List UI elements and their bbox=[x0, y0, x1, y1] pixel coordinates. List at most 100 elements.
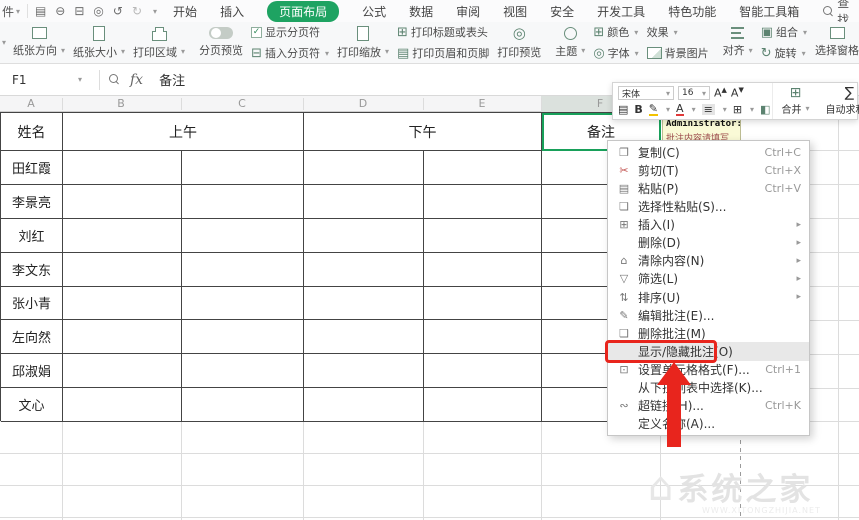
column-header-f[interactable]: F bbox=[597, 96, 603, 112]
cell-name[interactable]: 田红霞 bbox=[1, 151, 63, 185]
menu-item-edit-comment[interactable]: ✎ 编辑批注(E)... bbox=[608, 306, 809, 324]
tab-security[interactable]: 安全 bbox=[550, 3, 574, 20]
cell-name[interactable]: 文心 bbox=[1, 388, 63, 422]
cell[interactable] bbox=[182, 151, 304, 185]
magnifier-icon[interactable] bbox=[109, 74, 120, 85]
save-icon[interactable]: ▤ bbox=[35, 4, 46, 18]
selection-pane-button[interactable]: 选择窗格 bbox=[815, 27, 859, 58]
column-header-c[interactable]: C bbox=[238, 96, 246, 112]
menu-item-insert[interactable]: ⊞ 插入(I) ▸ bbox=[608, 216, 809, 234]
cell-name[interactable]: 左向然 bbox=[1, 320, 63, 354]
cell[interactable] bbox=[63, 388, 182, 422]
tab-home[interactable]: 开始 bbox=[173, 3, 197, 20]
cell[interactable] bbox=[424, 388, 542, 422]
undo-icon[interactable]: ↺ bbox=[113, 4, 123, 18]
insert-page-break-button[interactable]: ⊟ 插入分页符▾ bbox=[251, 45, 329, 61]
menu-item-clear-contents[interactable]: ⌂ 清除内容(N) ▸ bbox=[608, 252, 809, 270]
menu-item-cut[interactable]: ✂ 剪切(T) Ctrl+X bbox=[608, 161, 809, 179]
print-preview-icon[interactable]: ◎ bbox=[93, 4, 103, 18]
print-header-footer-button[interactable]: ▤ 打印页眉和页脚 bbox=[397, 45, 489, 61]
cell[interactable] bbox=[182, 219, 304, 253]
cell[interactable] bbox=[63, 185, 182, 219]
cell[interactable] bbox=[63, 219, 182, 253]
cell-name[interactable]: 邱淑娟 bbox=[1, 354, 63, 388]
file-menu[interactable]: 件 bbox=[2, 3, 14, 20]
cell[interactable] bbox=[182, 354, 304, 388]
more-icon[interactable]: ▾ bbox=[153, 7, 157, 16]
menu-item-delete[interactable]: 删除(D) ▸ bbox=[608, 234, 809, 252]
cell[interactable] bbox=[182, 253, 304, 287]
cell[interactable] bbox=[63, 320, 182, 354]
show-page-breaks-checkbox[interactable]: ✓ 显示分页符 bbox=[251, 24, 329, 40]
cell[interactable] bbox=[424, 287, 542, 321]
font-name-select[interactable]: 宋体▾ bbox=[618, 86, 674, 100]
column-header-a[interactable]: A bbox=[27, 96, 35, 112]
menu-item-copy[interactable]: ❐ 复制(C) Ctrl+C bbox=[608, 143, 809, 161]
format-painter-icon[interactable]: ▤ bbox=[618, 104, 628, 115]
cell-morning-header[interactable]: 上午 bbox=[63, 113, 304, 151]
paper-orientation-button[interactable]: 纸张方向▾ bbox=[13, 27, 65, 58]
menu-item-paste[interactable]: ▤ 粘贴(P) Ctrl+V bbox=[608, 179, 809, 197]
cell[interactable] bbox=[63, 151, 182, 185]
borders-icon[interactable]: ⊞ bbox=[733, 104, 742, 115]
cell-name[interactable]: 李文东 bbox=[1, 253, 63, 287]
cell[interactable] bbox=[182, 287, 304, 321]
tab-developer[interactable]: 开发工具 bbox=[597, 3, 645, 20]
print-area-button[interactable]: 打印区域▾ bbox=[133, 26, 185, 60]
rotate-button[interactable]: ↻ 旋转▾ bbox=[761, 45, 807, 61]
theme-button[interactable]: 主题▾ bbox=[555, 27, 585, 59]
cell[interactable] bbox=[63, 354, 182, 388]
autosum-button[interactable]: ∑ 自动求和▾ bbox=[817, 83, 859, 119]
cell[interactable] bbox=[182, 185, 304, 219]
menu-item-filter[interactable]: ▽ 筛选(L) ▸ bbox=[608, 270, 809, 288]
cell[interactable] bbox=[424, 185, 542, 219]
theme-colors-button[interactable]: ⊞ 颜色▾ bbox=[593, 24, 638, 40]
column-header-b[interactable]: B bbox=[117, 96, 125, 112]
redo-icon[interactable]: ↻ bbox=[132, 4, 142, 18]
fx-icon[interactable]: fx bbox=[130, 72, 143, 88]
column-header-e[interactable]: E bbox=[479, 96, 486, 112]
cell[interactable] bbox=[304, 320, 424, 354]
name-box[interactable]: F1 ▾ bbox=[0, 73, 90, 87]
export-icon[interactable]: ⊖ bbox=[55, 4, 65, 18]
cell[interactable] bbox=[182, 388, 304, 422]
menu-item-paste-special[interactable]: ❏ 选择性粘贴(S)... bbox=[608, 197, 809, 215]
cell[interactable] bbox=[63, 253, 182, 287]
tab-insert[interactable]: 插入 bbox=[220, 3, 244, 20]
merge-cells-button[interactable]: ⊞ 合并▾ bbox=[773, 83, 817, 119]
align-center-icon[interactable]: ≡ bbox=[702, 104, 715, 115]
print-icon[interactable]: ⊟ bbox=[74, 4, 84, 18]
decrease-font-button[interactable]: A▼ bbox=[731, 86, 744, 100]
menu-item-format-cells[interactable]: ⊡ 设置单元格格式(F)... Ctrl+1 bbox=[608, 361, 809, 379]
cell-style-icon[interactable]: ◧ bbox=[760, 104, 770, 115]
cell-name[interactable]: 李景亮 bbox=[1, 185, 63, 219]
cell-name-header[interactable]: 姓名 bbox=[1, 113, 63, 151]
formula-value[interactable]: 备注 bbox=[159, 70, 185, 89]
menu-item-sort[interactable]: ⇅ 排序(U) ▸ bbox=[608, 288, 809, 306]
menu-item-define-name[interactable]: 定义名称(A)... bbox=[608, 415, 809, 433]
cell-name[interactable]: 张小青 bbox=[1, 287, 63, 321]
font-size-select[interactable]: 16▾ bbox=[678, 86, 710, 100]
tab-review[interactable]: 审阅 bbox=[456, 3, 480, 20]
cell[interactable] bbox=[304, 287, 424, 321]
column-header-d[interactable]: D bbox=[359, 96, 367, 112]
cell[interactable] bbox=[182, 320, 304, 354]
cell[interactable] bbox=[424, 354, 542, 388]
tab-formulas[interactable]: 公式 bbox=[362, 3, 386, 20]
bold-button[interactable]: B bbox=[634, 104, 642, 115]
fill-color-icon[interactable]: ✎ bbox=[649, 103, 658, 116]
cell-afternoon-header[interactable]: 下午 bbox=[304, 113, 542, 151]
theme-fonts-button[interactable]: ◎ 字体▾ bbox=[593, 45, 638, 61]
cell[interactable] bbox=[424, 151, 542, 185]
tab-special-features[interactable]: 特色功能 bbox=[668, 3, 716, 20]
tab-data[interactable]: 数据 bbox=[409, 3, 433, 20]
background-image-button[interactable]: 背景图片 bbox=[647, 45, 709, 61]
cell[interactable] bbox=[424, 219, 542, 253]
cell-name[interactable]: 刘红 bbox=[1, 219, 63, 253]
tab-smart-toolbox[interactable]: 智能工具箱 bbox=[739, 3, 799, 20]
tab-view[interactable]: 视图 bbox=[503, 3, 527, 20]
cell[interactable] bbox=[424, 253, 542, 287]
tab-page-layout[interactable]: 页面布局 bbox=[267, 1, 339, 22]
menu-item-pick-from-list[interactable]: 从下拉列表中选择(K)... bbox=[608, 379, 809, 397]
menu-item-hyperlink[interactable]: ∾ 超链接(H)... Ctrl+K bbox=[608, 397, 809, 415]
